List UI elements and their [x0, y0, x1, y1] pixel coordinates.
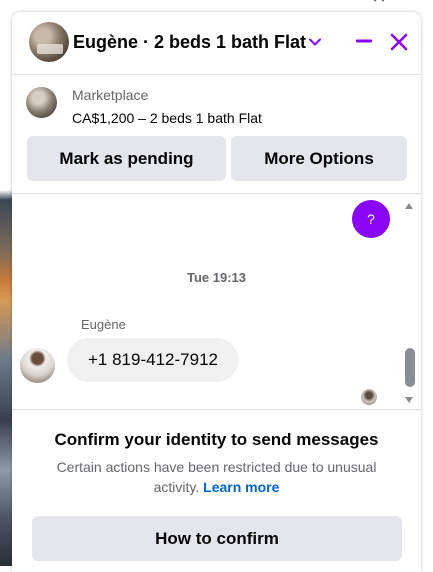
scrollbar-thumb[interactable]	[405, 348, 415, 387]
scroll-down-icon[interactable]	[404, 395, 414, 405]
sender-avatar[interactable]	[20, 348, 55, 383]
close-icon[interactable]	[389, 32, 409, 52]
notice-title: Confirm your identity to send messages	[54, 430, 379, 449]
incoming-message-bubble[interactable]: +1 819-412-7912	[67, 338, 239, 382]
page-close-icon[interactable]: ✕	[369, 0, 389, 6]
learn-more-link[interactable]: Learn more	[203, 479, 279, 495]
background-page-right	[421, 0, 433, 566]
read-receipt-avatar	[361, 389, 377, 405]
chat-header: Eugène · 2 beds 1 bath Flat	[12, 12, 421, 75]
outgoing-message-bubble[interactable]: ?	[352, 200, 390, 238]
background-page	[0, 0, 12, 566]
listing-avatar[interactable]	[29, 22, 69, 62]
notice-body: Certain actions have been restricted due…	[42, 457, 391, 497]
minimize-icon[interactable]	[355, 32, 373, 50]
sender-name: Eugène	[81, 317, 126, 332]
chevron-down-icon[interactable]	[307, 34, 323, 50]
marketplace-listing-image[interactable]	[26, 87, 57, 118]
chat-window: Eugène · 2 beds 1 bath Flat Marketplace …	[12, 12, 421, 572]
message-timestamp: Tue 19:13	[186, 270, 246, 285]
how-to-confirm-button[interactable]: How to confirm	[32, 516, 402, 561]
marketplace-label: Marketplace	[72, 87, 149, 103]
divider	[12, 409, 421, 410]
listing-price-title[interactable]: CA$1,200 – 2 beds 1 bath Flat	[72, 110, 262, 126]
mark-as-pending-button[interactable]: Mark as pending	[27, 136, 226, 181]
chat-title[interactable]: Eugène · 2 beds 1 bath Flat	[73, 32, 306, 53]
more-options-button[interactable]: More Options	[231, 136, 407, 181]
scroll-up-icon[interactable]	[404, 201, 414, 211]
divider	[12, 193, 421, 194]
